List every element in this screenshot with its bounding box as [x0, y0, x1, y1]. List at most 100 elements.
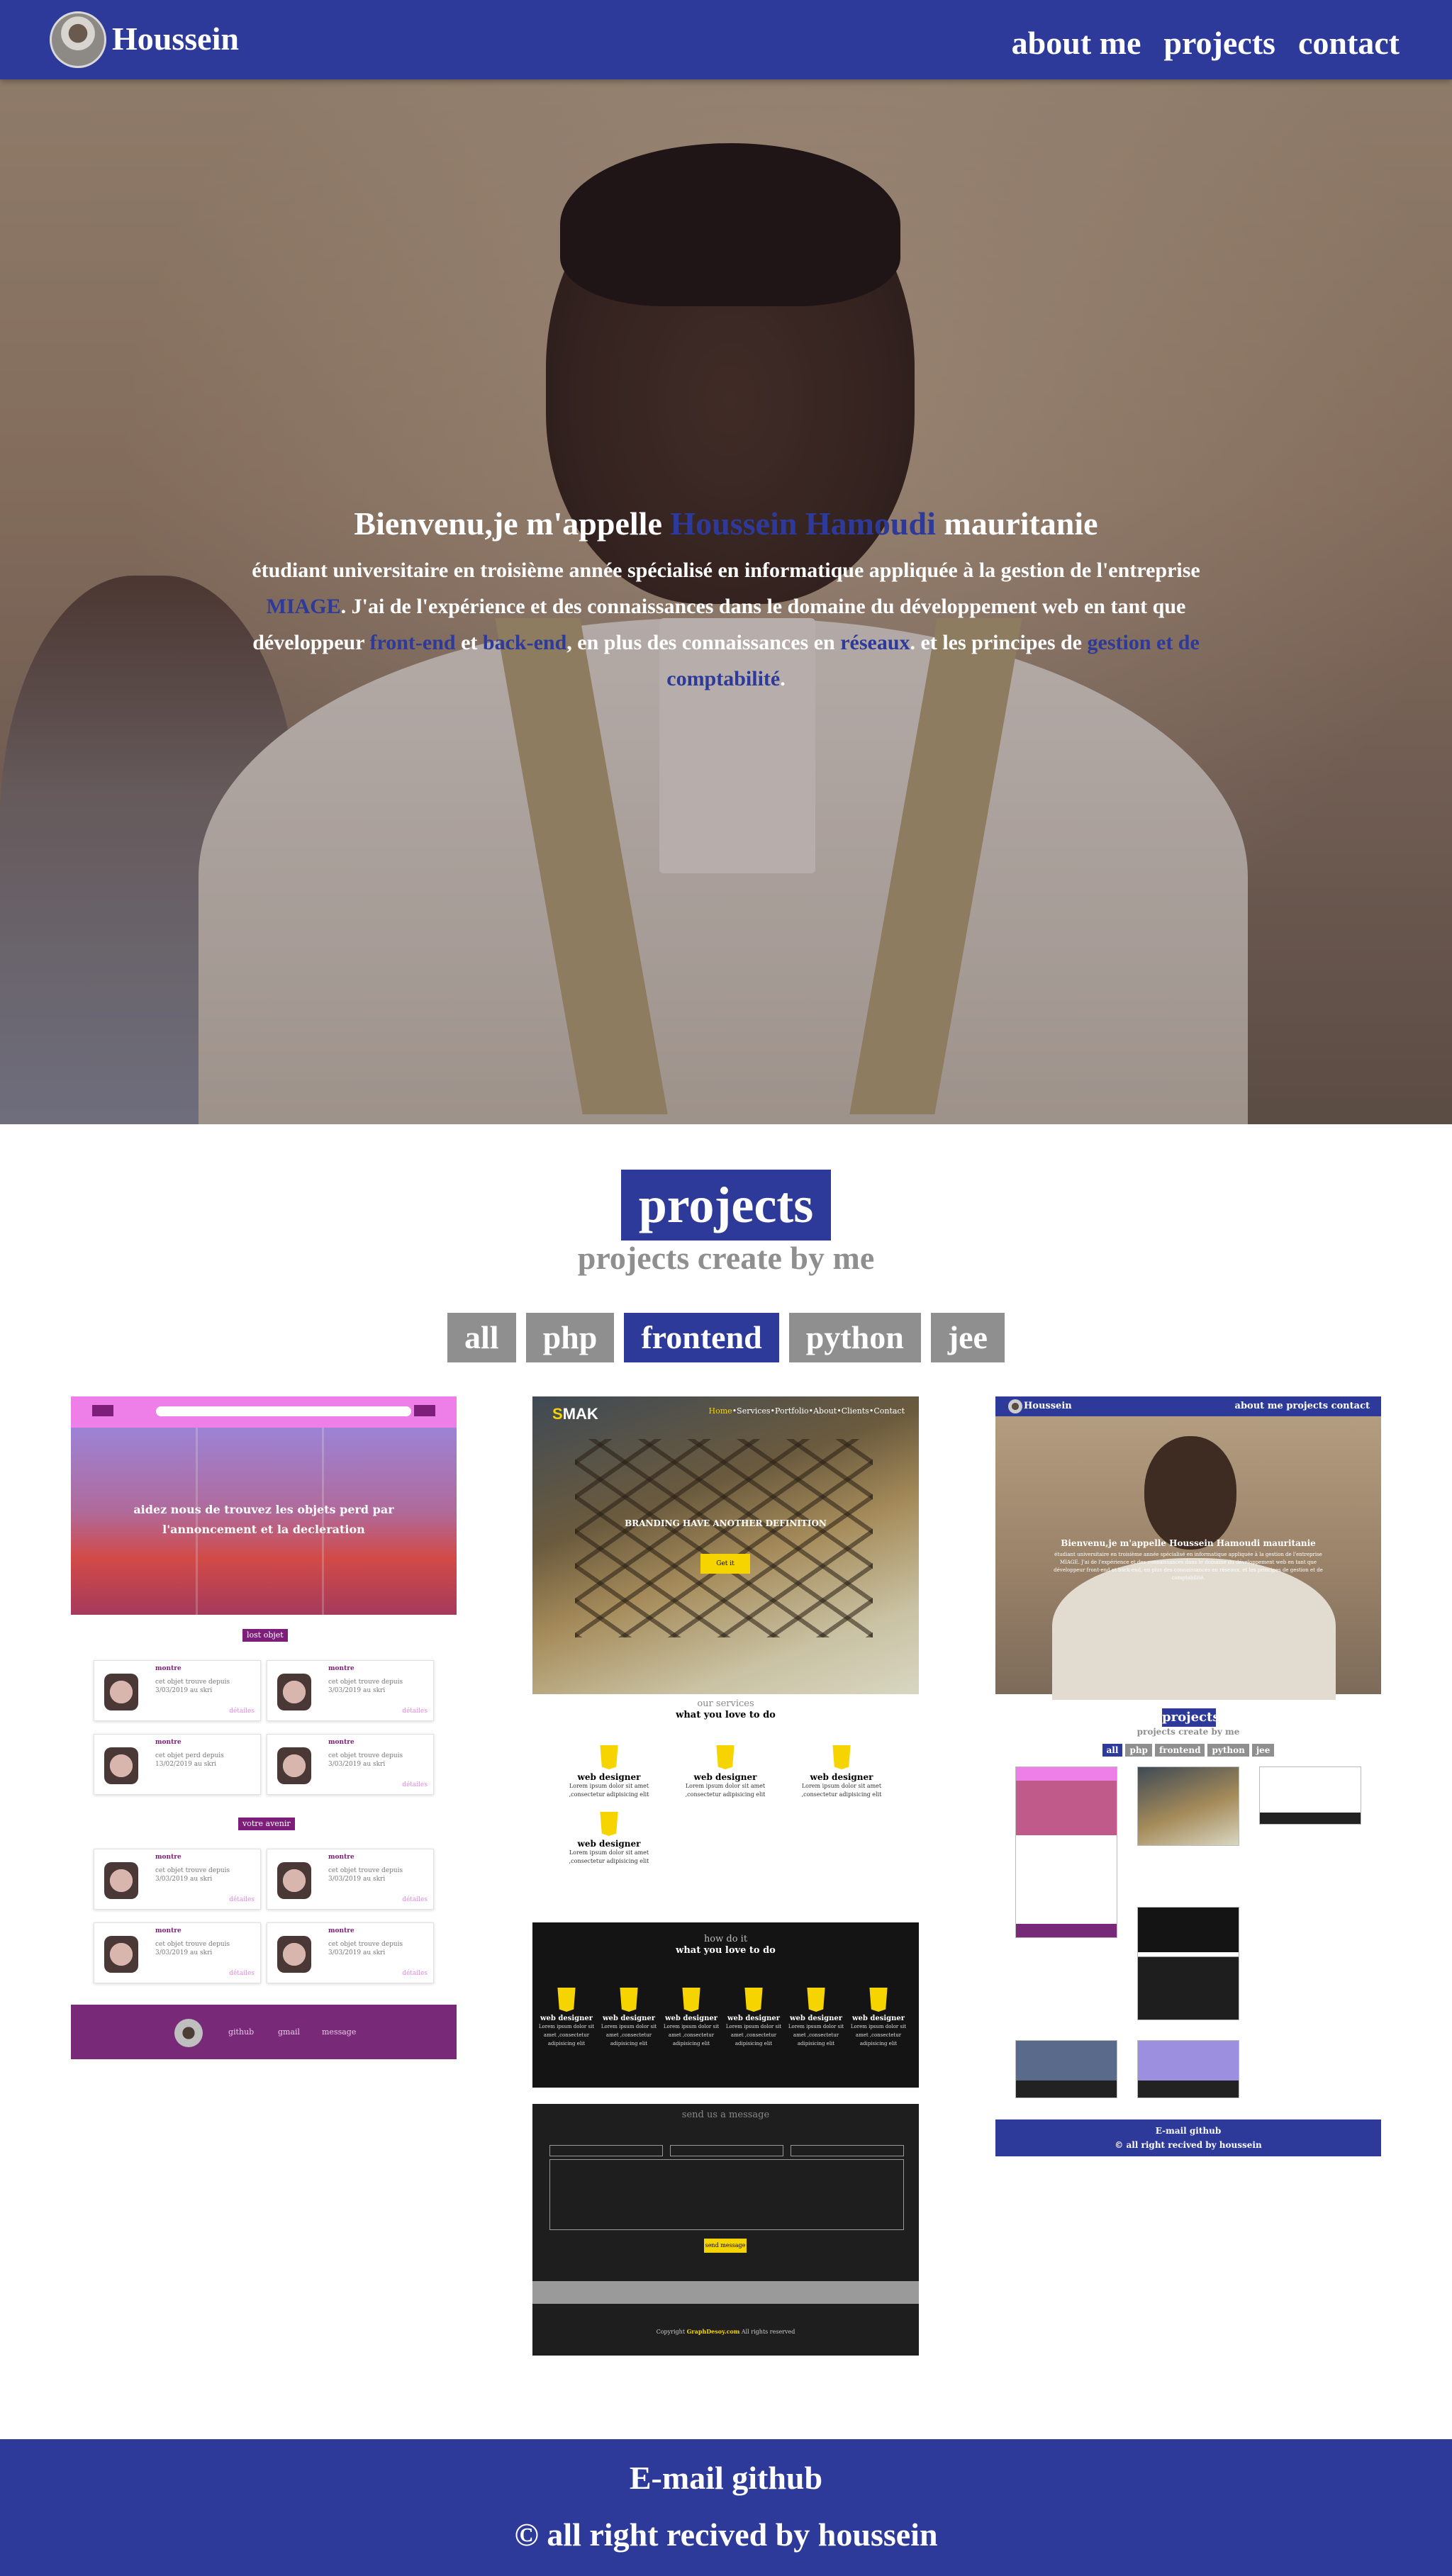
navbar: Houssein about me projects contact [0, 0, 1452, 79]
list-item: montre cet objet trouve depuis 3/03/2019… [94, 1849, 261, 1910]
thumb-hero-heading: Bienvenu,je m'appelle Houssein Hamoudi m… [1061, 1538, 1316, 1548]
thumb-menu: Home•Services•Portfolio•About•Clients•Co… [709, 1406, 905, 1416]
nav-link-projects[interactable]: projects [1163, 24, 1275, 62]
project-card-portfolio[interactable]: Houssein about me projects contact Bienv… [995, 1396, 1381, 2156]
html5-icon [600, 1812, 618, 1836]
item-details: détailes [402, 1970, 428, 1977]
hero-text: . [780, 667, 786, 690]
filter-jee[interactable]: jee [930, 1313, 1005, 1362]
project-card-lost-objects[interactable]: aidez nous de trouvez les objets perd pa… [71, 1396, 457, 2059]
thumb-hero-text: BRANDING HAVE ANOTHER DEFINITION [625, 1518, 827, 1528]
hero-greeting: Bienvenu,je m'appelle [354, 505, 662, 542]
filter-python[interactable]: python [788, 1313, 921, 1362]
thumb-service: web designer Lorem ipsum dolor sit amet … [792, 1745, 891, 1799]
thumb-mini-card [1259, 1766, 1361, 1825]
service-name: web designer [810, 1772, 873, 1782]
service-name: web designer [602, 2015, 656, 2022]
avatar[interactable] [50, 11, 106, 68]
item-name: montre [155, 1739, 182, 1746]
service-text: Lorem ipsum dolor sit amet ,consectetur … [601, 2024, 657, 2046]
thumb-banner-caption: aidez nous de trouvez les objets perd pa… [133, 1503, 394, 1536]
service-name: web designer [789, 2015, 843, 2022]
list-item: montre cet objet trouve depuis 3/03/2019… [94, 1922, 261, 1983]
hero-text: , en plus des connaissances en [566, 631, 835, 654]
hero-highlight: réseaux [840, 631, 910, 654]
filter-php[interactable]: php [525, 1313, 615, 1362]
hero-text: . J'ai de l'expérience et des connaissan… [340, 595, 1186, 618]
item-desc: cet objet perd depuis 13/02/2019 au skri [155, 1752, 224, 1768]
list-item: montre cet objet trouve depuis 3/03/2019… [267, 1849, 434, 1910]
thumb-filter: php [1125, 1744, 1152, 1757]
hero-heading: Bienvenu,je m'appelle Houssein Hamoudi m… [213, 505, 1239, 542]
thumb-search-button [414, 1405, 435, 1416]
avatar [1008, 1399, 1022, 1413]
service-text: Lorem ipsum dolor sit amet ,consectetur … [569, 1849, 649, 1864]
project-filters: all php frontend python jee [0, 1313, 1452, 1362]
thumb-service: web designer Lorem ipsum dolor sit amet ,… [663, 1988, 720, 2048]
thumb-mini-card [1015, 2040, 1117, 2098]
thumb-service: web designer Lorem ipsum dolor sit amet … [676, 1745, 775, 1799]
copyright-text: Copyright [656, 2329, 686, 2335]
item-name: montre [328, 1927, 354, 1934]
service-text: Lorem ipsum dolor sit amet ,consectetur … [850, 2024, 907, 2046]
thumb-logo-mark: S [552, 1405, 563, 1423]
thumb-section-subtitle: what you love to do [676, 1710, 776, 1720]
hero-text: étudiant universitaire en troisième anné… [252, 559, 1200, 582]
html5-icon [716, 1745, 735, 1769]
item-name: montre [328, 1854, 354, 1861]
thumb-section-title: send us a message [681, 2110, 770, 2120]
thumb-topbar [71, 1396, 457, 1428]
item-details: détailes [229, 1708, 255, 1715]
html5-icon [600, 1745, 618, 1769]
thumb-nav-links: about me projects contact [1234, 1401, 1370, 1411]
hero-highlight: MIAGE [266, 595, 341, 618]
hero-description: étudiant universitaire en troisième anné… [213, 552, 1239, 697]
html5-icon [557, 1988, 576, 2012]
item-desc: cet objet trouve depuis 3/03/2019 au skr… [328, 1867, 403, 1883]
thumb-section-title: how do it [703, 1934, 748, 1944]
thumb-logo-text: MAK [562, 1405, 598, 1423]
html5-icon [832, 1745, 851, 1769]
filter-all[interactable]: all [447, 1313, 516, 1362]
thumb-hero-head [1144, 1436, 1236, 1550]
thumb-input [791, 2145, 904, 2156]
thumb-footer: github gmail message [71, 2005, 457, 2059]
item-name: montre [155, 1854, 182, 1861]
list-item: montre cet objet trouve depuis 3/03/2019… [267, 1734, 434, 1795]
watch-image [104, 1747, 138, 1784]
thumb-projects-subtitle: projects create by me [1137, 1727, 1240, 1737]
item-details: détailes [402, 1708, 428, 1715]
service-text: Lorem ipsum dolor sit amet ,consectetur … [725, 2024, 782, 2046]
brand-name[interactable]: Houssein [112, 20, 239, 57]
avatar [174, 2019, 203, 2047]
thumb-footer-link: github [228, 2027, 255, 2037]
filter-frontend[interactable]: frontend [624, 1313, 779, 1362]
hero-country: mauritanie [944, 505, 1098, 542]
thumb-copyright: Copyright GraphDesoy.com All rights rese… [532, 2328, 919, 2335]
thumb-section-title: our services [697, 1698, 754, 1709]
thumb-label-found: votre avenir [238, 1818, 295, 1830]
thumb-projects-title: projects [1162, 1708, 1219, 1727]
service-name: web designer [851, 2015, 905, 2022]
service-name: web designer [664, 2015, 718, 2022]
service-text: Lorem ipsum dolor sit amet ,consectetur … [788, 2024, 844, 2046]
nav-link-about[interactable]: about me [1012, 24, 1141, 62]
service-name: web designer [693, 1772, 757, 1782]
hero-text: . et les principes de [910, 631, 1082, 654]
html5-icon [869, 1988, 888, 2012]
hero-highlight: back-end [482, 631, 567, 654]
thumb-hero: Bienvenu,je m'appelle Houssein Hamoudi m… [995, 1416, 1381, 1700]
thumb-filter: frontend [1154, 1744, 1205, 1757]
nav-link-contact[interactable]: contact [1298, 24, 1400, 62]
thumb-hero-image: SMAK Home•Services•Portfolio•About•Clien… [532, 1396, 919, 1694]
service-name: web designer [727, 2015, 781, 2022]
thumb-menu-active: Home [708, 1406, 732, 1416]
footer-contact-links[interactable]: E-mail github [0, 2459, 1452, 2497]
service-name: web designer [577, 1839, 641, 1849]
item-details: détailes [229, 1896, 255, 1903]
service-name: web designer [540, 2015, 593, 2022]
copyright-text: All rights reserved [741, 2329, 795, 2335]
thumb-service: web designer Lorem ipsum dolor sit amet ,… [538, 1988, 595, 2048]
project-card-smak[interactable]: SMAK Home•Services•Portfolio•About•Clien… [532, 1396, 919, 2356]
item-name: montre [328, 1739, 354, 1746]
